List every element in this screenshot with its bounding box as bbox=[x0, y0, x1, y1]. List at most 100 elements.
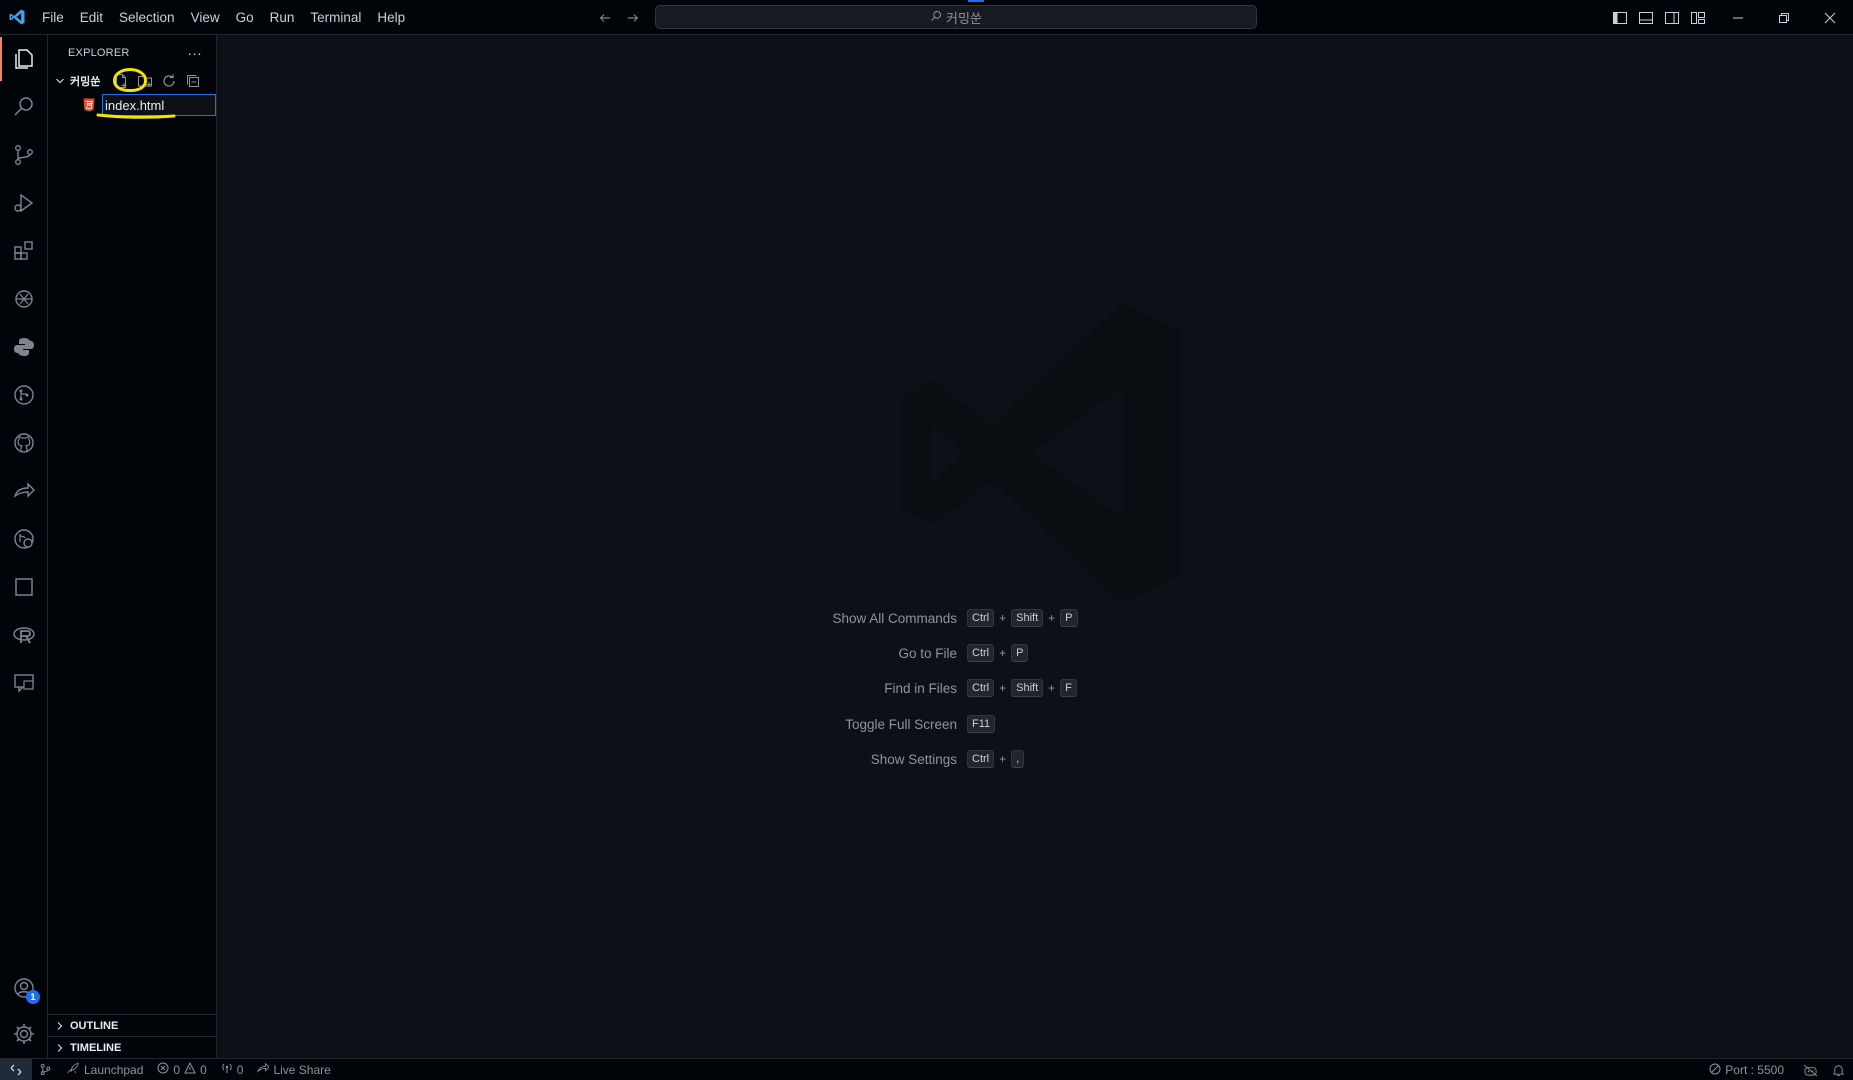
copilot-icon[interactable] bbox=[1791, 1059, 1830, 1080]
r-language-icon[interactable] bbox=[0, 611, 48, 659]
no-entry-icon bbox=[1709, 1063, 1721, 1078]
warning-icon bbox=[184, 1061, 196, 1077]
back-arrow-icon[interactable] bbox=[596, 9, 614, 27]
error-icon bbox=[157, 1062, 169, 1077]
timeline-label: TIMELINE bbox=[70, 1041, 122, 1054]
explorer-header: EXPLORER ··· bbox=[48, 35, 216, 70]
live-share-label: Live Share bbox=[273, 1062, 331, 1077]
menu-file[interactable]: File bbox=[34, 0, 72, 35]
timeline-section-header[interactable]: TIMELINE bbox=[48, 1036, 217, 1058]
menu-terminal[interactable]: Terminal bbox=[302, 0, 369, 35]
minimize-icon[interactable] bbox=[1715, 0, 1761, 35]
ports-status[interactable]: 0 bbox=[214, 1059, 251, 1080]
search-view-icon[interactable] bbox=[0, 83, 48, 131]
git-graph-icon[interactable] bbox=[32, 1059, 59, 1080]
outline-label: OUTLINE bbox=[70, 1019, 119, 1032]
launchpad-status[interactable]: Launchpad bbox=[59, 1059, 150, 1080]
layout-controls bbox=[1612, 0, 1706, 35]
restore-icon[interactable] bbox=[1761, 0, 1807, 35]
remote-chat-icon[interactable] bbox=[0, 659, 48, 707]
port-label: Port : 5500 bbox=[1725, 1063, 1784, 1077]
annotation-underline bbox=[96, 113, 176, 119]
github-icon[interactable] bbox=[0, 419, 48, 467]
key: P bbox=[1011, 644, 1029, 662]
accounts-icon[interactable]: 1 bbox=[0, 964, 48, 1012]
rocket-icon bbox=[66, 1062, 80, 1078]
key: F bbox=[1060, 679, 1077, 697]
forward-arrow-icon[interactable] bbox=[624, 9, 642, 27]
key: P bbox=[1060, 609, 1078, 627]
remote-indicator-icon[interactable] bbox=[0, 1058, 32, 1080]
shortcut-keys: Ctrl + Shift + F bbox=[967, 679, 1077, 697]
command-center-search[interactable]: 커밍쑨 bbox=[655, 5, 1257, 29]
explorer-icon[interactable] bbox=[0, 35, 48, 83]
launchpad-label: Launchpad bbox=[84, 1062, 144, 1077]
source-control-icon[interactable] bbox=[0, 131, 48, 179]
chevron-right-icon bbox=[52, 1018, 68, 1034]
shortcut-keys: Ctrl + P bbox=[967, 644, 1029, 662]
toggle-secondary-sidebar-icon[interactable] bbox=[1664, 10, 1680, 26]
refresh-icon[interactable] bbox=[160, 73, 177, 90]
live-server-port[interactable]: Port : 5500 bbox=[1702, 1059, 1791, 1080]
key-plus: + bbox=[1048, 681, 1056, 695]
shortcut-label: Toggle Full Screen bbox=[845, 716, 957, 732]
problems-status[interactable]: 0 0 bbox=[150, 1059, 213, 1080]
close-icon[interactable] bbox=[1807, 0, 1853, 35]
key: Shift bbox=[1011, 679, 1044, 697]
warning-count: 0 bbox=[200, 1062, 207, 1077]
chevron-down-icon bbox=[52, 73, 68, 89]
key: Shift bbox=[1011, 609, 1044, 627]
menu-edit[interactable]: Edit bbox=[72, 0, 111, 35]
remote-explorer-icon[interactable] bbox=[0, 515, 48, 563]
shortcut-keys: Ctrl + , bbox=[967, 750, 1025, 768]
python-icon[interactable] bbox=[0, 323, 48, 371]
search-text: 커밍쑨 bbox=[946, 10, 982, 26]
outline-section-header[interactable]: OUTLINE bbox=[48, 1014, 217, 1036]
shortcut-label: Show Settings bbox=[870, 751, 957, 767]
menu-selection[interactable]: Selection bbox=[111, 0, 183, 35]
more-actions-icon[interactable]: ··· bbox=[187, 45, 202, 61]
menu-help[interactable]: Help bbox=[369, 0, 413, 35]
toggle-primary-sidebar-icon[interactable] bbox=[1612, 10, 1628, 26]
status-bar: Launchpad 0 0 0 Live Share Port : 5500 bbox=[0, 1058, 1853, 1080]
ports-count: 0 bbox=[236, 1062, 244, 1077]
collapse-all-icon[interactable] bbox=[184, 73, 201, 90]
customize-layout-icon[interactable] bbox=[1690, 10, 1706, 26]
key: F11 bbox=[967, 715, 996, 733]
broadcast-icon bbox=[221, 1062, 233, 1077]
chevron-right-icon bbox=[52, 1040, 68, 1056]
menu-view[interactable]: View bbox=[183, 0, 228, 35]
menu-run[interactable]: Run bbox=[262, 0, 303, 35]
openai-icon[interactable] bbox=[0, 275, 48, 323]
menu-go[interactable]: Go bbox=[228, 0, 262, 35]
shortcut-label: Show All Commands bbox=[832, 610, 957, 626]
key: , bbox=[1011, 750, 1025, 768]
folder-name: 커밍쑨 bbox=[70, 76, 101, 88]
live-share-arrow-icon bbox=[257, 1062, 271, 1077]
explorer-sidebar: EXPLORER ··· 커밍쑨 OUTLINE TIMELINE bbox=[48, 35, 217, 1058]
vscode-watermark-logo bbox=[900, 303, 1182, 603]
menu-bar: File Edit Selection View Go Run Terminal… bbox=[34, 0, 413, 35]
square-panel-icon[interactable] bbox=[0, 563, 48, 611]
live-share-status[interactable]: Live Share bbox=[250, 1059, 337, 1080]
notifications-bell-icon[interactable] bbox=[1830, 1059, 1853, 1080]
key: Ctrl bbox=[967, 750, 995, 768]
shortcut-keys: Ctrl + Shift + P bbox=[967, 609, 1078, 627]
annotation-circle bbox=[113, 68, 147, 92]
live-share-icon[interactable] bbox=[0, 467, 48, 515]
vscode-logo-icon bbox=[0, 0, 34, 35]
key-plus: + bbox=[1048, 611, 1056, 625]
extensions-icon[interactable] bbox=[0, 227, 48, 275]
key: Ctrl bbox=[967, 609, 995, 627]
shortcut-label: Go to File bbox=[898, 645, 957, 661]
toggle-panel-icon[interactable] bbox=[1638, 10, 1654, 26]
key-plus: + bbox=[999, 752, 1007, 766]
title-bar: File Edit Selection View Go Run Terminal… bbox=[0, 0, 1853, 35]
key: Ctrl bbox=[967, 679, 995, 697]
run-debug-icon[interactable] bbox=[0, 179, 48, 227]
window-controls bbox=[1715, 0, 1853, 35]
gitlens-icon[interactable] bbox=[0, 371, 48, 419]
settings-gear-icon[interactable] bbox=[0, 1010, 48, 1058]
html-file-icon bbox=[82, 97, 96, 113]
shortcut-keys: F11 bbox=[967, 715, 996, 733]
